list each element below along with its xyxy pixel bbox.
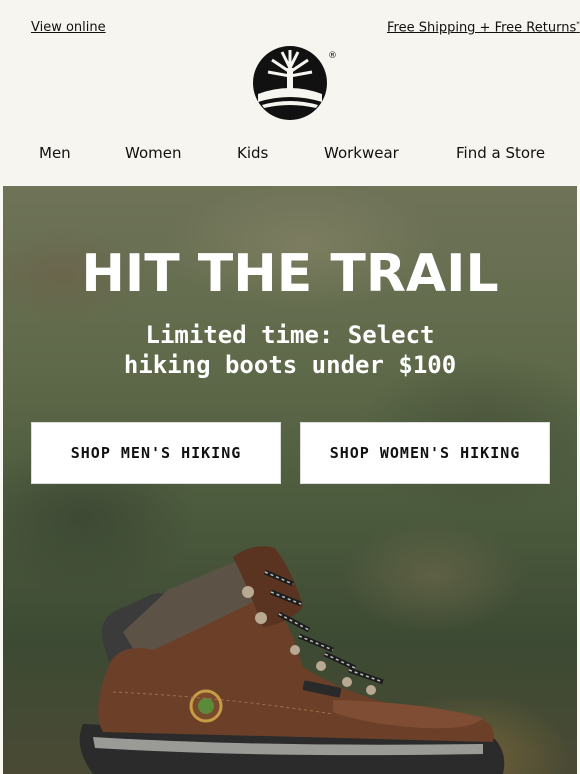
hero-banner[interactable]: HIT THE TRAIL Limited time: Select hikin… (3, 186, 577, 774)
view-online-link[interactable]: View online (31, 20, 106, 35)
tree-logo-icon[interactable]: ® (252, 42, 337, 124)
free-shipping-link[interactable]: Free Shipping + Free Returns* (387, 20, 580, 35)
main-nav: Men Women Kids Workwear Find a Store (0, 144, 580, 164)
shop-mens-hiking-button[interactable]: SHOP MEN'S HIKING (31, 422, 281, 484)
registered-mark: ® (328, 51, 336, 61)
nav-item-workwear[interactable]: Workwear (324, 144, 399, 162)
asterisk-mark: * (576, 20, 580, 28)
shop-womens-hiking-button[interactable]: SHOP WOMEN'S HIKING (300, 422, 550, 484)
free-shipping-text: Free Shipping + Free Returns (387, 20, 577, 36)
subline-1: Limited time: Select (145, 321, 435, 349)
nav-item-kids[interactable]: Kids (237, 144, 268, 162)
nav-item-find-a-store[interactable]: Find a Store (456, 144, 545, 162)
hero-subheadline: Limited time: Select hiking boots under … (3, 320, 577, 380)
nav-item-men[interactable]: Men (39, 144, 71, 162)
hero-headline: HIT THE TRAIL (81, 244, 499, 304)
hiking-boot-image[interactable] (3, 532, 577, 774)
subline-2: hiking boots under $100 (123, 351, 457, 379)
email-header: View online Free Shipping + Free Returns… (0, 0, 580, 185)
email-page: View online Free Shipping + Free Returns… (0, 0, 580, 774)
nav-item-women[interactable]: Women (125, 144, 181, 162)
